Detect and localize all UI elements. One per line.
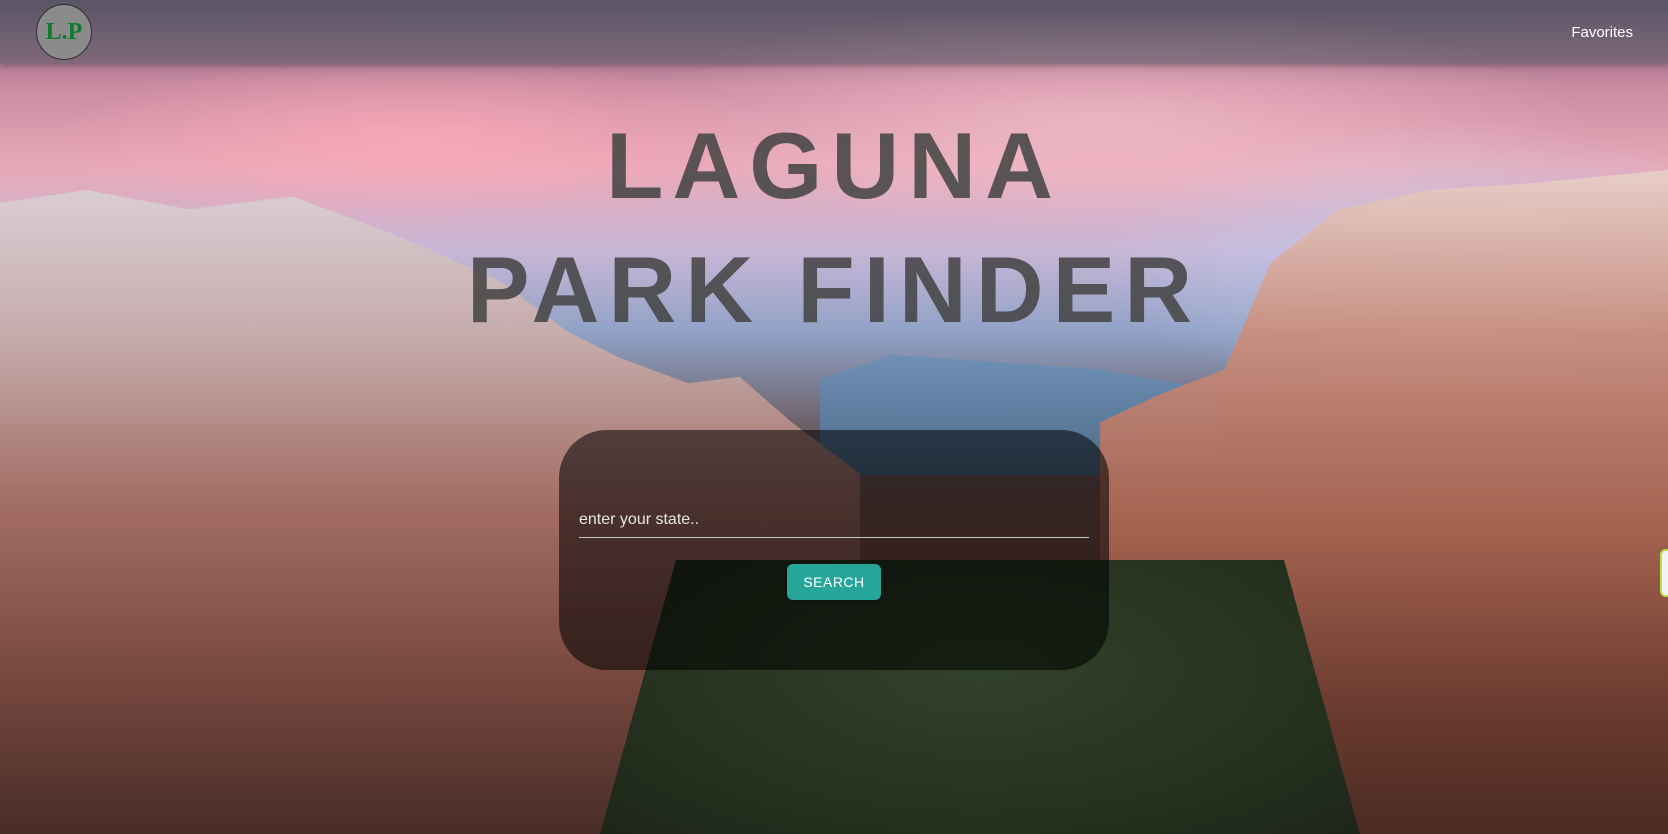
logo[interactable]: L.P: [36, 4, 92, 60]
favorites-link[interactable]: Favorites: [1571, 24, 1633, 41]
title-line-1: LAGUNA: [605, 113, 1063, 218]
page-title: LAGUNA PARK FINDER: [0, 104, 1668, 352]
search-card: SEARCH: [559, 430, 1109, 670]
title-line-2: PARK FINDER: [466, 237, 1202, 342]
edge-widget-tab[interactable]: [1660, 549, 1668, 597]
state-search-input[interactable]: [579, 502, 1089, 538]
navbar: L.P Favorites: [0, 0, 1668, 64]
search-button[interactable]: SEARCH: [787, 564, 881, 600]
page: L.P Favorites LAGUNA PARK FINDER SEARCH: [0, 0, 1668, 834]
